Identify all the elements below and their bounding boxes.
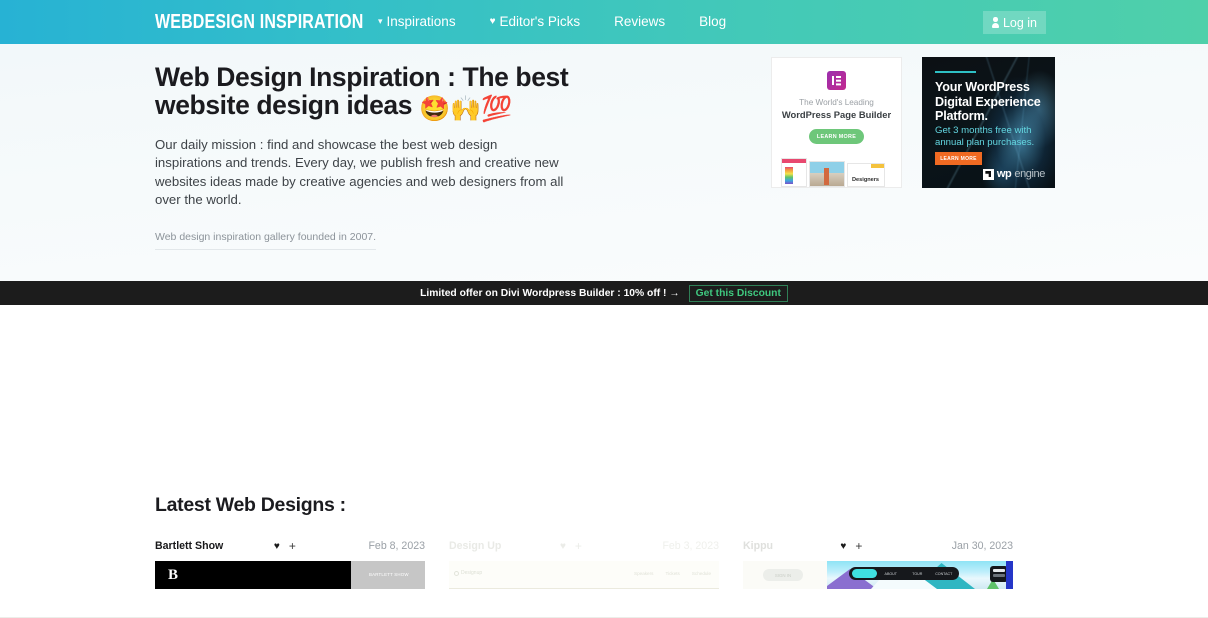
login-button[interactable]: Log in bbox=[983, 11, 1046, 34]
wpengine-logo: wp engine bbox=[983, 168, 1045, 180]
thumb-nav-item: CONTACT bbox=[932, 572, 957, 576]
thumb-nav-item: Speakers bbox=[634, 571, 653, 576]
card-actions: ♥ + bbox=[840, 540, 862, 552]
content-gap bbox=[0, 305, 1208, 486]
plus-icon[interactable]: + bbox=[575, 540, 582, 552]
wpengine-mark-icon bbox=[983, 169, 994, 180]
ad-wpengine-cta[interactable]: LEARN MORE bbox=[935, 152, 982, 165]
design-card[interactable]: Bartlett Show ♥ + Feb 8, 2023 B BARTLETT… bbox=[155, 538, 425, 589]
card-meta: Kippu ♥ + Jan 30, 2023 bbox=[743, 538, 1013, 554]
thumb-nav: Speakers Tickets Schedule bbox=[634, 571, 711, 576]
site-header: WEBDESIGN INSPIRATION ▾ Inspirations ♥ E… bbox=[0, 0, 1208, 44]
heart-icon[interactable]: ♥ bbox=[274, 541, 280, 552]
thumb-logo-mark bbox=[454, 571, 459, 576]
hero-section: Web Design Inspiration : The best websit… bbox=[0, 44, 1208, 281]
nav-label-reviews: Reviews bbox=[614, 0, 665, 44]
thumb-nav-item: TOUR bbox=[905, 572, 930, 576]
heart-icon: ♥ bbox=[490, 0, 496, 44]
user-icon bbox=[992, 17, 999, 28]
nav-item-editors-picks[interactable]: ♥ Editor's Picks bbox=[473, 0, 598, 44]
card-date: Jan 30, 2023 bbox=[930, 540, 1013, 552]
screenshot-thumb: Designers bbox=[847, 163, 885, 187]
thumb-nav-item: Schedule bbox=[692, 571, 711, 576]
nav-item-blog[interactable]: Blog bbox=[682, 0, 743, 44]
card-actions: ♥ + bbox=[560, 540, 582, 552]
nav-label-inspirations: Inspirations bbox=[387, 0, 456, 44]
promo-text: Limited offer on Divi Wordpress Builder … bbox=[420, 288, 680, 299]
ad-elementor-screenshots: Designers bbox=[781, 156, 892, 187]
ad-elementor-shot-label: Designers bbox=[852, 177, 879, 183]
get-discount-button[interactable]: Get this Discount bbox=[689, 285, 788, 302]
thumb-nav-item: ABOUT bbox=[879, 572, 904, 576]
thumb-edge-accent bbox=[1006, 561, 1013, 589]
heart-icon[interactable]: ♥ bbox=[840, 541, 846, 552]
hero-founded-note: Web design inspiration gallery founded i… bbox=[155, 231, 376, 250]
thumb-signin-label: SIGN IN bbox=[763, 569, 803, 581]
emoji-group: 🤩🙌💯 bbox=[419, 95, 512, 123]
thumb-signin-pill: SIGN IN bbox=[763, 569, 803, 581]
chevron-down-icon: ▾ bbox=[378, 0, 383, 43]
thumb-nav-item: Tickets bbox=[665, 571, 679, 576]
nav-item-reviews[interactable]: Reviews bbox=[597, 0, 682, 44]
thumb-nav: ABOUT TOUR CONTACT bbox=[849, 567, 959, 580]
hero-text-block: Web Design Inspiration : The best websit… bbox=[155, 44, 575, 250]
ad-wpengine[interactable]: Your WordPress Digital Experience Platfo… bbox=[922, 57, 1055, 188]
hero-description: Our daily mission : find and showcase th… bbox=[155, 136, 567, 210]
card-title[interactable]: Design Up bbox=[449, 540, 501, 552]
screenshot-thumb bbox=[809, 161, 845, 187]
card-date: Feb 8, 2023 bbox=[346, 540, 425, 552]
card-actions: ♥ + bbox=[274, 540, 296, 552]
card-meta: Bartlett Show ♥ + Feb 8, 2023 bbox=[155, 538, 425, 554]
accent-rule bbox=[935, 71, 976, 73]
plus-icon[interactable]: + bbox=[289, 540, 296, 552]
nav-item-inspirations[interactable]: ▾ Inspirations bbox=[378, 0, 473, 44]
thumb-illustration: ABOUT TOUR CONTACT bbox=[827, 561, 1013, 589]
thumb-logo-text: Designup bbox=[461, 570, 482, 576]
wpengine-engine-text: engine bbox=[1014, 168, 1045, 180]
main-navigation: ▾ Inspirations ♥ Editor's Picks Reviews … bbox=[378, 0, 743, 44]
ad-elementor-line1: The World's Leading bbox=[772, 98, 901, 107]
ad-elementor-line2: WordPress Page Builder bbox=[772, 109, 901, 120]
page-title: Web Design Inspiration : The best websit… bbox=[155, 63, 575, 123]
card-thumbnail[interactable]: SIGN IN ABOUT TOUR CONTACT bbox=[743, 561, 1013, 589]
nav-label-blog: Blog bbox=[699, 0, 726, 44]
thumb-logo-letter: B bbox=[168, 567, 179, 583]
promo-bar: Limited offer on Divi Wordpress Builder … bbox=[0, 281, 1208, 305]
ad-elementor[interactable]: The World's Leading WordPress Page Build… bbox=[771, 57, 902, 188]
card-title[interactable]: Bartlett Show bbox=[155, 540, 223, 552]
latest-designs-section: Latest Web Designs : Bartlett Show ♥ + F… bbox=[0, 486, 1208, 618]
design-card[interactable]: Design Up ♥ + Feb 3, 2023 Designup Speak… bbox=[449, 538, 719, 589]
ad-elementor-cta[interactable]: LEARN MORE bbox=[809, 129, 864, 144]
design-card-list: Bartlett Show ♥ + Feb 8, 2023 B BARTLETT… bbox=[155, 538, 1013, 589]
card-thumbnail[interactable]: Designup Speakers Tickets Schedule bbox=[449, 561, 719, 589]
plus-icon[interactable]: + bbox=[855, 540, 862, 552]
card-meta: Design Up ♥ + Feb 3, 2023 bbox=[449, 538, 719, 554]
thumb-caption: BARTLETT SHOW bbox=[369, 572, 409, 577]
site-logo[interactable]: WEBDESIGN INSPIRATION bbox=[155, 11, 363, 34]
ad-wpengine-subtitle: Get 3 months free with annual plan purch… bbox=[935, 125, 1047, 149]
card-date: Feb 3, 2023 bbox=[640, 540, 719, 552]
card-thumbnail[interactable]: B BARTLETT SHOW bbox=[155, 561, 425, 589]
card-title[interactable]: Kippu bbox=[743, 540, 773, 552]
hero-ads: The World's Leading WordPress Page Build… bbox=[771, 44, 1055, 250]
section-title-latest: Latest Web Designs : bbox=[155, 494, 346, 517]
thumb-nav-active bbox=[852, 569, 877, 578]
design-card[interactable]: Kippu ♥ + Jan 30, 2023 SIGN IN bbox=[743, 538, 1013, 589]
ad-wpengine-title: Your WordPress Digital Experience Platfo… bbox=[935, 80, 1045, 124]
nav-label-editors-picks: Editor's Picks bbox=[500, 0, 581, 44]
elementor-logo-icon bbox=[827, 71, 846, 90]
login-label: Log in bbox=[1003, 16, 1037, 30]
thumb-panel-dark bbox=[155, 561, 351, 589]
heart-icon[interactable]: ♥ bbox=[560, 541, 566, 552]
wpengine-wp-text: wp bbox=[997, 168, 1011, 180]
screenshot-thumb bbox=[781, 158, 807, 187]
